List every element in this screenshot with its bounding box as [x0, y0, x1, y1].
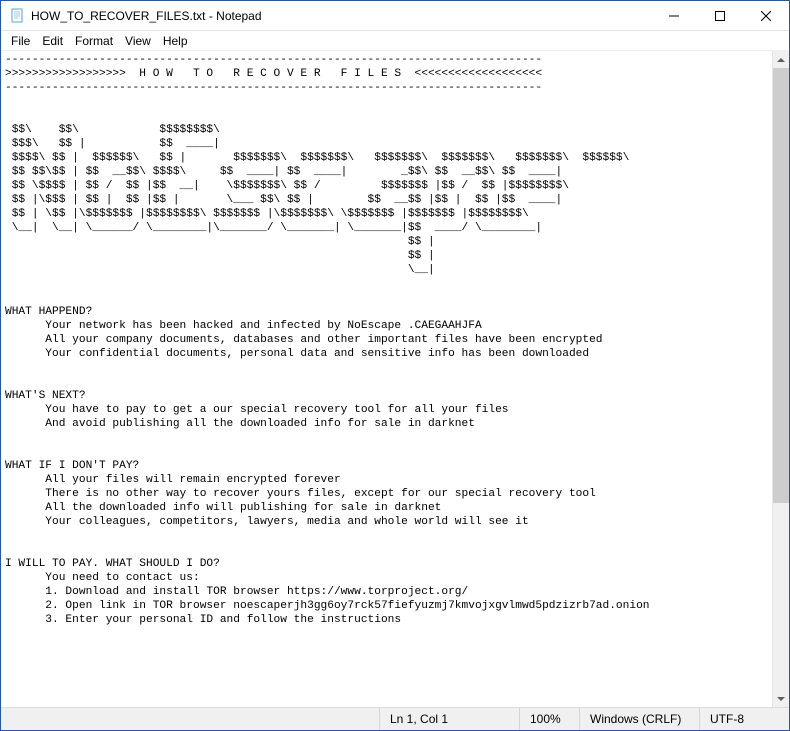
- notepad-icon: [9, 8, 25, 24]
- window-controls: [651, 1, 789, 30]
- menu-format[interactable]: Format: [69, 33, 119, 49]
- minimize-button[interactable]: [651, 1, 697, 30]
- scrollbar-thumb[interactable]: [773, 68, 789, 503]
- status-zoom: 100%: [519, 708, 579, 730]
- scrollbar-track[interactable]: [773, 68, 789, 690]
- window-title: HOW_TO_RECOVER_FILES.txt - Notepad: [31, 9, 651, 23]
- maximize-button[interactable]: [697, 1, 743, 30]
- scroll-down-icon[interactable]: [773, 690, 789, 707]
- menu-help[interactable]: Help: [157, 33, 194, 49]
- menu-view[interactable]: View: [119, 33, 157, 49]
- statusbar: Ln 1, Col 1 100% Windows (CRLF) UTF-8: [1, 707, 789, 730]
- close-button[interactable]: [743, 1, 789, 30]
- menubar: File Edit Format View Help: [1, 31, 789, 51]
- status-encoding: UTF-8: [699, 708, 789, 730]
- status-lineending: Windows (CRLF): [579, 708, 699, 730]
- menu-edit[interactable]: Edit: [36, 33, 69, 49]
- menu-file[interactable]: File: [5, 33, 36, 49]
- editor-area: ----------------------------------------…: [1, 51, 789, 707]
- titlebar: HOW_TO_RECOVER_FILES.txt - Notepad: [1, 1, 789, 31]
- vertical-scrollbar[interactable]: [772, 51, 789, 707]
- text-content[interactable]: ----------------------------------------…: [1, 51, 772, 707]
- scroll-up-icon[interactable]: [773, 51, 789, 68]
- status-position: Ln 1, Col 1: [379, 708, 519, 730]
